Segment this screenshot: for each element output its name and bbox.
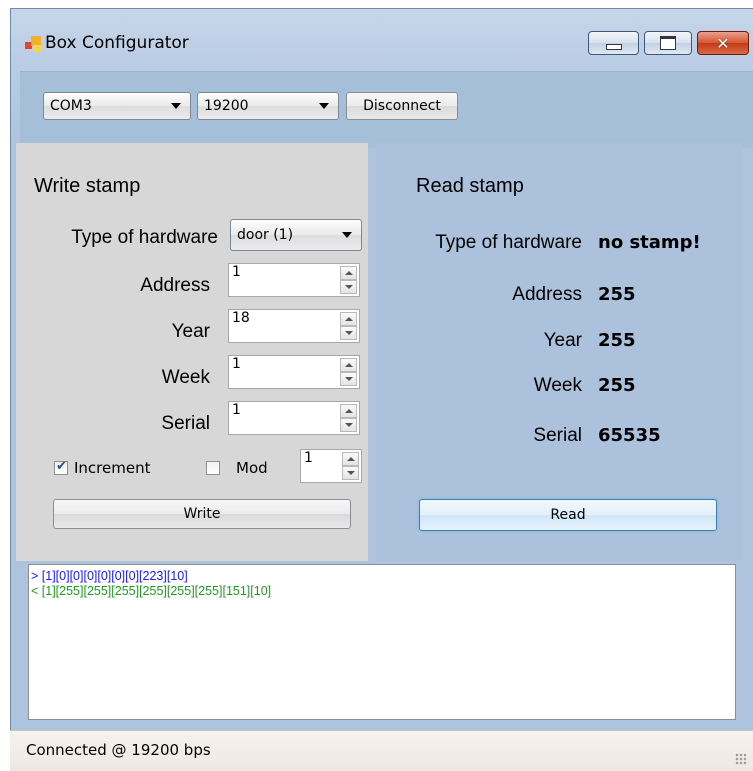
- resize-grip-icon[interactable]: [735, 753, 747, 765]
- read-hardware-value: no stamp!: [598, 232, 701, 253]
- mod-value: 1: [304, 450, 313, 466]
- week-value: 1: [232, 356, 241, 372]
- read-serial-label: Serial: [533, 425, 582, 446]
- decrement-arrow-icon[interactable]: [340, 326, 357, 340]
- read-stamp-panel: Read stamp Type of hardware no stamp! Ad…: [376, 143, 743, 561]
- serial-stepper[interactable]: 1: [228, 401, 360, 435]
- title-bar[interactable]: Box Configurator ✕: [11, 9, 753, 73]
- write-week-label: Week: [161, 367, 210, 388]
- write-hardware-label: Type of hardware: [71, 227, 218, 248]
- read-year-value: 255: [598, 330, 636, 351]
- mod-checkbox[interactable]: [206, 461, 220, 475]
- chevron-down-icon: [171, 103, 181, 109]
- hardware-type-value: door (1): [237, 227, 294, 243]
- port-select[interactable]: COM3: [43, 92, 191, 120]
- increment-arrow-icon[interactable]: [340, 312, 357, 326]
- address-stepper[interactable]: 1: [228, 263, 360, 297]
- maximize-icon: [660, 36, 676, 50]
- increment-label: Increment: [74, 459, 151, 477]
- close-button[interactable]: ✕: [697, 31, 749, 55]
- chevron-down-icon: [319, 103, 329, 109]
- week-stepper[interactable]: 1: [228, 355, 360, 389]
- checkmark-icon: ✔: [56, 459, 67, 474]
- write-year-label: Year: [171, 321, 210, 342]
- close-icon: ✕: [716, 33, 730, 53]
- read-hardware-label: Type of hardware: [435, 232, 582, 253]
- decrement-arrow-icon[interactable]: [340, 372, 357, 386]
- write-serial-label: Serial: [161, 413, 210, 434]
- increment-arrow-icon[interactable]: [340, 404, 357, 418]
- log-line-received: < [1][255][255][255][255][255][255][151]…: [31, 584, 272, 598]
- read-week-label: Week: [533, 375, 582, 396]
- read-stamp-title: Read stamp: [416, 175, 524, 197]
- increment-checkbox[interactable]: ✔: [54, 459, 68, 475]
- log-line-sent: > [1][0][0][0][0][0][0][223][10]: [31, 569, 188, 583]
- window-title: Box Configurator: [45, 33, 189, 53]
- increment-arrow-icon[interactable]: [340, 358, 357, 372]
- write-address-label: Address: [140, 275, 210, 296]
- serial-value: 1: [232, 402, 241, 418]
- year-stepper[interactable]: 18: [228, 309, 360, 343]
- write-button[interactable]: Write: [53, 499, 351, 529]
- read-address-label: Address: [512, 284, 582, 305]
- status-bar: Connected @ 19200 bps: [10, 730, 753, 771]
- maximize-button[interactable]: [644, 31, 692, 55]
- decrement-arrow-icon[interactable]: [342, 466, 359, 480]
- status-text: Connected @ 19200 bps: [26, 741, 211, 759]
- increment-arrow-icon[interactable]: [340, 266, 357, 280]
- hardware-type-select[interactable]: door (1): [230, 219, 362, 251]
- decrement-arrow-icon[interactable]: [340, 280, 357, 294]
- disconnect-button[interactable]: Disconnect: [346, 92, 458, 120]
- minimize-icon: [605, 44, 622, 50]
- decrement-arrow-icon[interactable]: [340, 418, 357, 432]
- baud-select[interactable]: 19200: [197, 92, 339, 120]
- mod-label: Mod: [236, 459, 268, 477]
- write-stamp-title: Write stamp: [34, 175, 141, 197]
- read-address-value: 255: [598, 284, 636, 305]
- mod-stepper[interactable]: 1: [300, 449, 362, 483]
- serial-log[interactable]: > [1][0][0][0][0][0][0][223][10] < [1][2…: [28, 564, 736, 720]
- chevron-down-icon: [342, 232, 352, 238]
- port-select-value: COM3: [50, 98, 92, 114]
- connection-toolbar: COM3 19200 Disconnect: [20, 71, 753, 148]
- read-week-value: 255: [598, 375, 636, 396]
- address-value: 1: [232, 264, 241, 280]
- write-stamp-panel: Write stamp Type of hardware door (1) Ad…: [16, 143, 368, 561]
- read-button[interactable]: Read: [419, 499, 717, 531]
- read-serial-value: 65535: [598, 425, 661, 446]
- baud-select-value: 19200: [204, 98, 249, 114]
- year-value: 18: [232, 310, 250, 326]
- app-icon: [25, 36, 41, 52]
- minimize-button[interactable]: [588, 31, 639, 55]
- read-year-label: Year: [543, 330, 582, 351]
- increment-arrow-icon[interactable]: [342, 452, 359, 466]
